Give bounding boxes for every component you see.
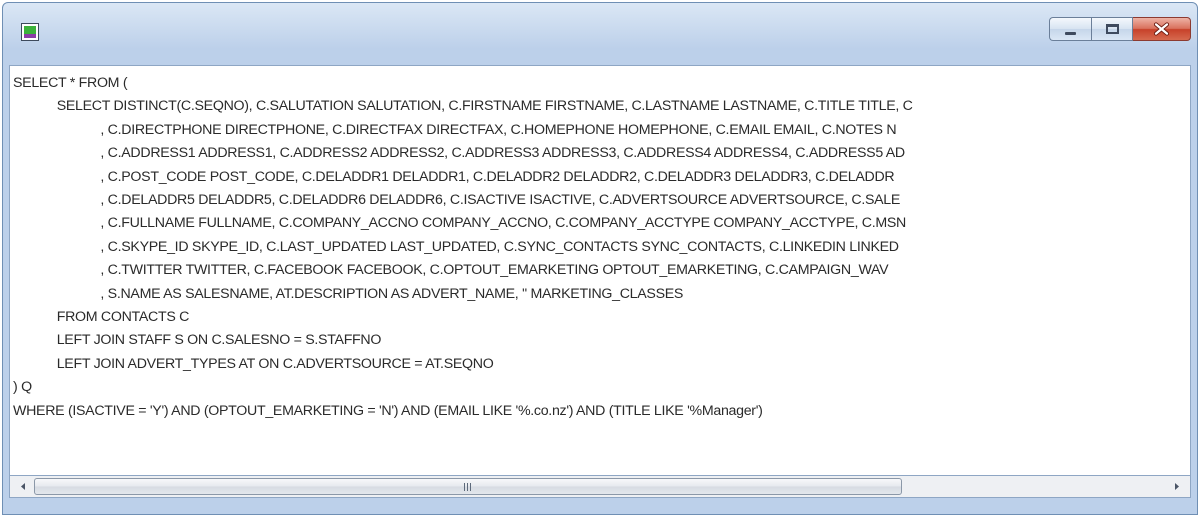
app-icon-green-part [24,26,36,34]
minimize-icon [1065,32,1076,35]
title-bar[interactable] [3,3,1197,65]
maximize-button[interactable] [1091,17,1133,41]
scroll-left-icon[interactable] [14,476,32,497]
maximize-icon [1106,24,1119,34]
close-icon [1153,22,1170,36]
sql-code-block: SELECT * FROM ( SELECT DISTINCT(C.SEQNO)… [13,72,913,423]
horizontal-scrollbar[interactable] [9,476,1191,498]
code-line: , C.FULLNAME FULLNAME, C.COMPANY_ACCNO C… [13,215,906,232]
code-line: ) Q [13,379,32,396]
scroll-right-icon[interactable] [1168,476,1186,497]
sql-editor-window: SELECT * FROM ( SELECT DISTINCT(C.SEQNO)… [2,2,1198,515]
code-line: , C.POST_CODE POST_CODE, C.DELADDR1 DELA… [13,168,895,185]
code-line: WHERE (ISACTIVE = 'Y') AND (OPTOUT_EMARK… [13,402,763,419]
code-line: , C.DIRECTPHONE DIRECTPHONE, C.DIRECTFAX… [13,121,897,138]
code-line: , C.DELADDR5 DELADDR5, C.DELADDR6 DELADD… [13,192,901,209]
minimize-button[interactable] [1049,17,1091,41]
code-line: FROM CONTACTS C [13,309,190,326]
close-button[interactable] [1133,17,1191,41]
app-icon-purple-part [24,34,36,38]
code-line: SELECT DISTINCT(C.SEQNO), C.SALUTATION S… [13,98,913,115]
scroll-thumb[interactable] [34,478,902,495]
scroll-grip-icon [464,483,473,491]
code-line: LEFT JOIN STAFF S ON C.SALESNO = S.STAFF… [13,332,382,349]
caption-buttons [1049,17,1191,41]
code-line: , C.ADDRESS1 ADDRESS1, C.ADDRESS2 ADDRES… [13,145,905,162]
app-icon[interactable] [21,23,39,41]
code-line: LEFT JOIN ADVERT_TYPES AT ON C.ADVERTSOU… [13,355,494,372]
code-line: SELECT * FROM ( [13,75,128,91]
sql-text-area[interactable]: SELECT * FROM ( SELECT DISTINCT(C.SEQNO)… [9,65,1191,476]
code-line: , S.NAME AS SALESNAME, AT.DESCRIPTION AS… [13,285,684,302]
code-line: , C.TWITTER TWITTER, C.FACEBOOK FACEBOOK… [13,262,889,279]
code-line: , C.SKYPE_ID SKYPE_ID, C.LAST_UPDATED LA… [13,238,899,255]
